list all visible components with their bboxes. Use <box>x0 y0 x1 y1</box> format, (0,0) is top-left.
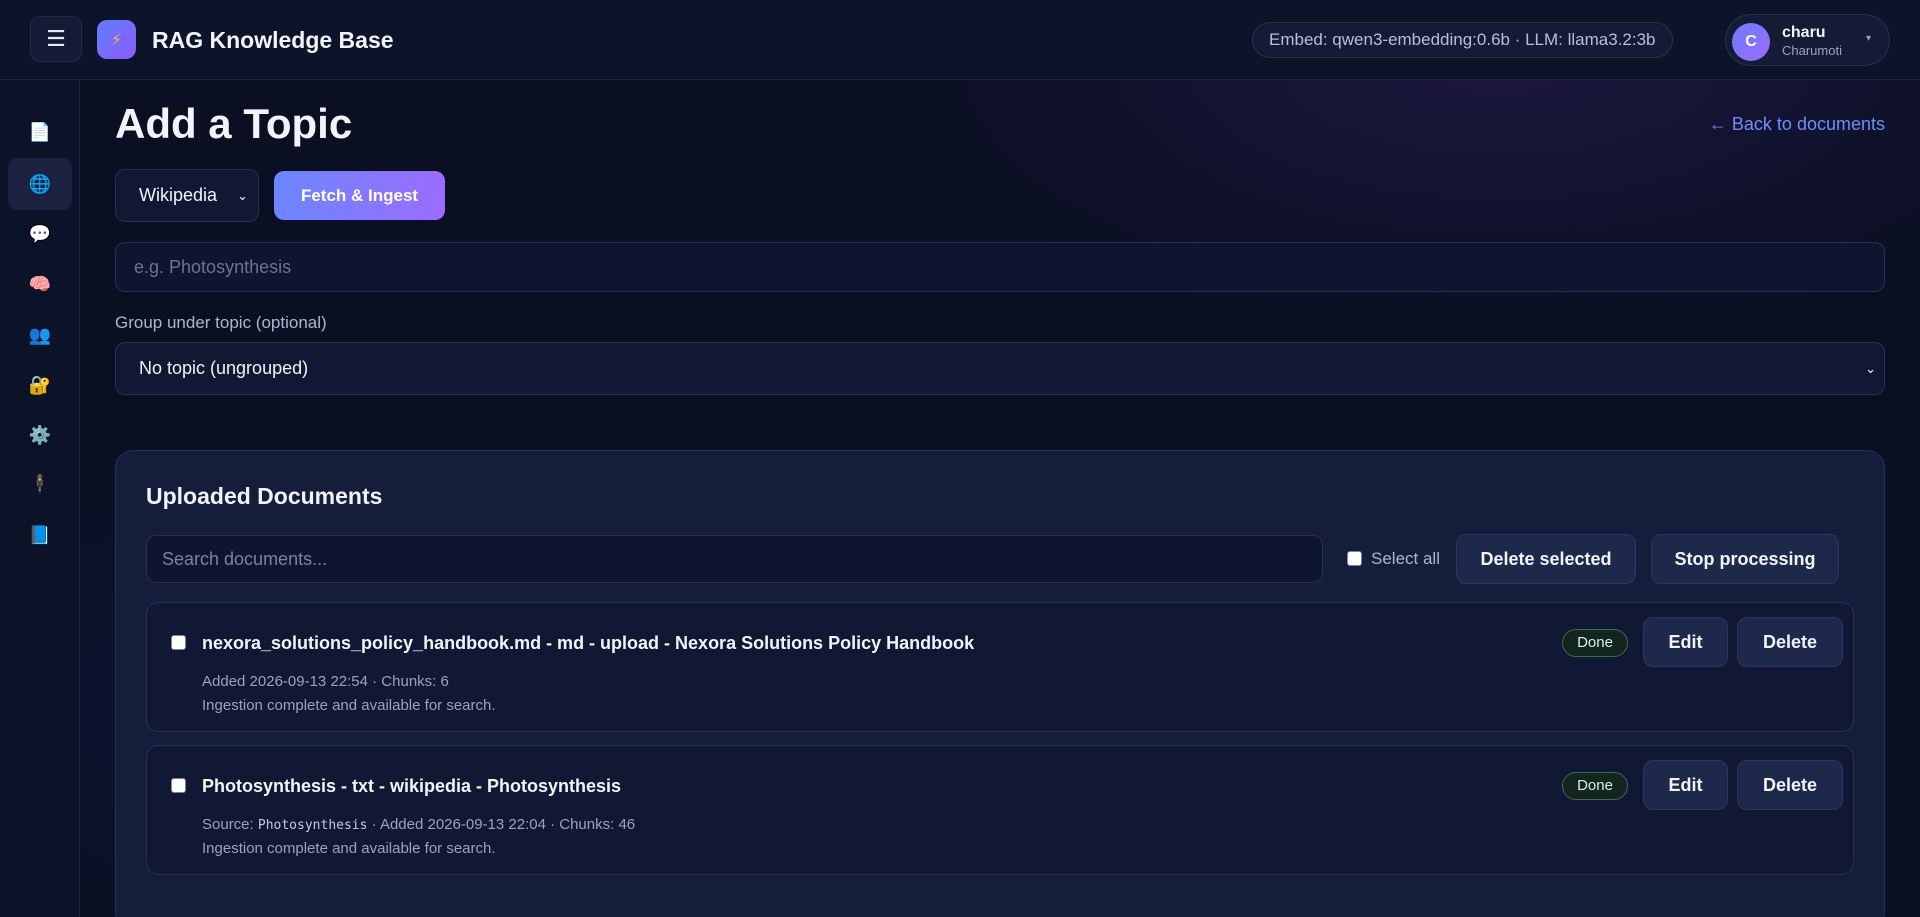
sidebar-item-memory[interactable]: 🧠 <box>8 258 72 310</box>
document-source: Photosynthesis <box>257 818 368 833</box>
document-meta-text: · Added 2026-09-13 22:04 · Chunks: 46 <box>367 816 636 833</box>
delete-button[interactable]: Delete <box>1737 760 1843 810</box>
row-checkbox[interactable] <box>171 635 186 650</box>
sidebar: 📄 🌐 💬 🧠 👥 🔐 ⚙️ 🕴 📘 <box>0 80 80 917</box>
document-meta-text: Added 2026-09-13 22:54 · Chunks: 6 <box>202 673 449 690</box>
sidebar-item-docs[interactable]: 📘 <box>8 509 72 561</box>
page-title: Add a Topic <box>115 100 353 147</box>
sidebar-item-documents[interactable]: 📄 <box>8 106 72 158</box>
select-all-checkbox[interactable] <box>1347 551 1362 566</box>
app-title: RAG Knowledge Base <box>152 27 394 53</box>
sidebar-item-web-topic[interactable]: 🌐 <box>8 158 72 210</box>
top-header: ☰ ⚡ RAG Knowledge Base Embed: qwen3-embe… <box>0 0 1920 80</box>
document-meta: Source: Photosynthesis · Added 2026-09-1… <box>202 816 635 833</box>
gear-icon: ⚙️ <box>28 424 52 445</box>
delete-selected-button[interactable]: Delete selected <box>1456 534 1636 584</box>
delete-button[interactable]: Delete <box>1737 617 1843 667</box>
document-row: nexora_solutions_policy_handbook.md - md… <box>146 602 1854 732</box>
users-icon: 👥 <box>28 324 52 345</box>
sidebar-item-chat[interactable]: 💬 <box>8 208 72 260</box>
status-badge: Done <box>1562 629 1628 657</box>
status-badge: Done <box>1562 772 1628 800</box>
source-select-value: Wikipedia <box>139 185 218 205</box>
document-row: Photosynthesis - txt - wikipedia - Photo… <box>146 745 1854 875</box>
chevron-down-icon: ▾ <box>1866 33 1872 44</box>
bolt-icon: ⚡ <box>110 31 123 49</box>
edit-button[interactable]: Edit <box>1643 760 1728 810</box>
select-all-label: Select all <box>1371 549 1440 568</box>
book-icon: 📘 <box>28 524 52 545</box>
sidebar-item-settings[interactable]: ⚙️ <box>8 409 72 461</box>
avatar: C <box>1732 23 1770 61</box>
group-label: Group under topic (optional) <box>115 313 327 332</box>
document-name: nexora_solutions_policy_handbook.md - md… <box>202 633 975 653</box>
document-search-input[interactable]: Search documents... <box>146 535 1323 583</box>
source-select[interactable]: Wikipedia ⌄ <box>115 169 259 222</box>
fetch-ingest-button[interactable]: Fetch & Ingest <box>274 171 445 220</box>
topic-input[interactable]: e.g. Photosynthesis <box>115 242 1885 292</box>
row-checkbox[interactable] <box>171 778 186 793</box>
edit-button[interactable]: Edit <box>1643 617 1728 667</box>
hamburger-icon: ☰ <box>46 26 66 51</box>
globe-icon: 🌐 <box>28 173 52 194</box>
back-to-documents-link[interactable]: ← Back to documents <box>1709 114 1885 135</box>
model-info-pill: Embed: qwen3-embedding:0.6b · LLM: llama… <box>1252 22 1673 58</box>
document-meta: Added 2026-09-13 22:54 · Chunks: 6 <box>202 673 449 690</box>
document-status-text: Ingestion complete and available for sea… <box>202 840 496 857</box>
chat-bubble-icon: 💬 <box>28 223 52 244</box>
sidebar-item-security[interactable]: 🔐 <box>8 359 72 411</box>
app-logo: ⚡ <box>97 20 136 59</box>
user-menu[interactable]: C charu Charumoti ▾ <box>1725 14 1890 66</box>
person-in-suit-icon: 🕴 <box>28 473 52 494</box>
sidebar-item-agent[interactable]: 🕴 <box>8 458 72 510</box>
document-meta-prefix: Source: <box>202 816 258 833</box>
sidebar-item-users[interactable]: 👥 <box>8 309 72 361</box>
hamburger-menu-button[interactable]: ☰ <box>30 16 82 62</box>
chevron-down-icon: ⌄ <box>1865 361 1876 376</box>
uploaded-documents-card: Uploaded Documents Search documents... S… <box>115 450 1885 917</box>
group-topic-select[interactable]: No topic (ungrouped) ⌄ <box>115 342 1885 395</box>
user-name: charu <box>1782 24 1826 41</box>
document-icon: 📄 <box>28 121 52 142</box>
document-status-text: Ingestion complete and available for sea… <box>202 697 496 714</box>
section-title: Uploaded Documents <box>146 483 383 509</box>
brain-icon: 🧠 <box>28 273 52 294</box>
user-subtitle: Charumoti <box>1782 43 1842 58</box>
chevron-down-icon: ⌄ <box>237 188 248 203</box>
group-select-value: No topic (ungrouped) <box>139 358 309 378</box>
document-name: Photosynthesis - txt - wikipedia - Photo… <box>202 776 622 796</box>
stop-processing-button[interactable]: Stop processing <box>1651 534 1839 584</box>
lock-icon: 🔐 <box>28 374 52 395</box>
